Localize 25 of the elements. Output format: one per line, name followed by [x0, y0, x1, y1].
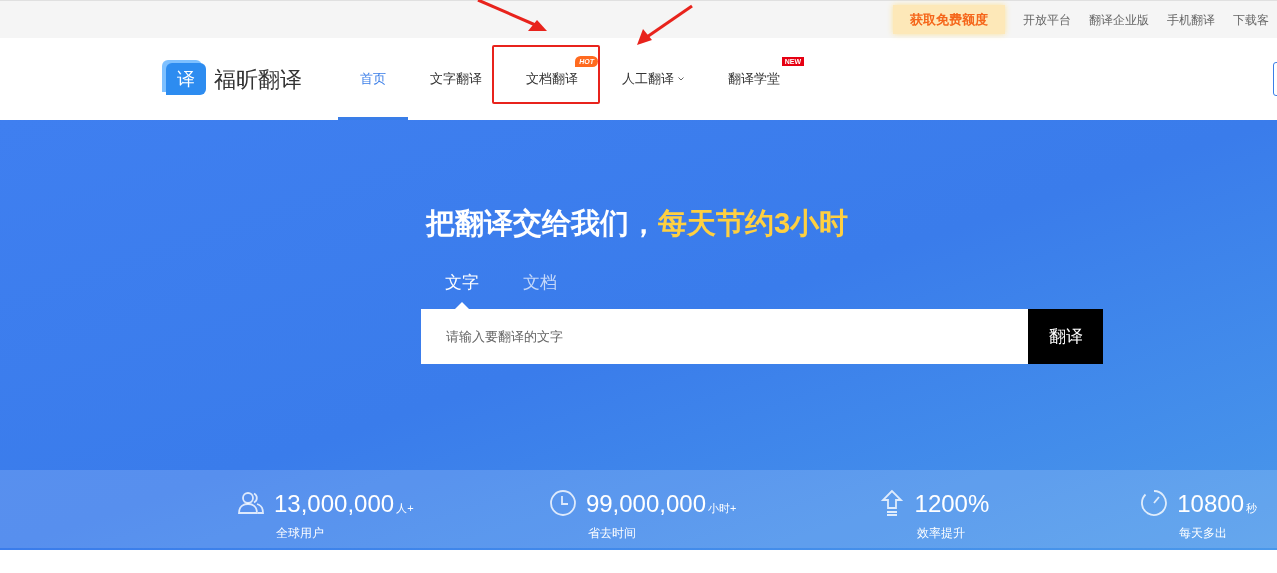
annotation-arrow: [637, 4, 693, 45]
nav-link[interactable]: 文字翻译: [408, 38, 504, 120]
top-link[interactable]: 翻译企业版: [1089, 10, 1149, 29]
translate-input[interactable]: 请输入要翻译的文字: [421, 309, 1028, 364]
top-link[interactable]: 下载客: [1233, 10, 1269, 29]
logo-text: 福昕翻译: [214, 65, 302, 94]
stat-value: 10800: [1177, 490, 1244, 518]
top-link[interactable]: 开放平台: [1023, 10, 1071, 29]
hero-headline: 把翻译交给我们，每天节约3小时: [426, 206, 850, 241]
clock-icon: [547, 488, 578, 518]
top-link[interactable]: 手机翻译: [1167, 10, 1215, 29]
stat-label: 省去时间: [587, 525, 637, 542]
stat-unit: 秒: [1246, 500, 1257, 516]
stat-unit: 小时+: [708, 500, 737, 516]
stat-value: 13,000,000: [274, 490, 395, 518]
nav-link[interactable]: 人工翻译: [600, 38, 706, 120]
stat-unit: 人+: [396, 500, 414, 516]
stat-value: 99,000,000: [585, 490, 707, 518]
stat-label: 每天多出: [1179, 525, 1229, 542]
stat-label: 全球用户: [276, 525, 325, 542]
annotation-arrow: [477, 0, 547, 31]
stat-value: 1200%: [914, 490, 990, 518]
translate-button[interactable]: 翻译: [1028, 309, 1103, 364]
gauge-icon: [1139, 488, 1170, 518]
stat-label: 效率提升: [916, 525, 966, 542]
